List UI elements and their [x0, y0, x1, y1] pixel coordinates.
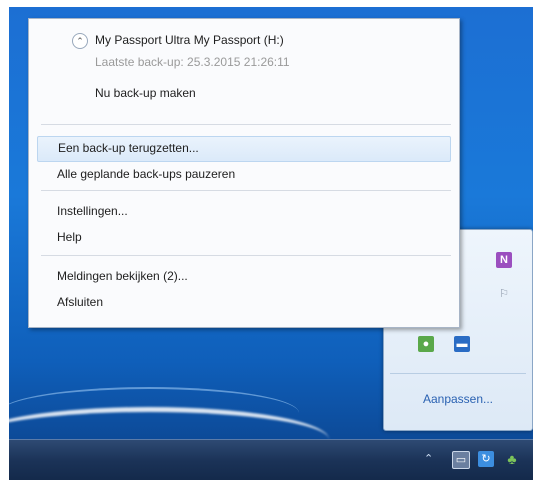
- menu-separator: [41, 124, 451, 125]
- menu-separator: [41, 255, 451, 256]
- drive-icon[interactable]: ▬: [454, 336, 470, 352]
- menu-separator: [41, 190, 451, 191]
- menu-item-exit[interactable]: Afsluiten: [37, 290, 451, 314]
- last-backup-time: Laatste back-up: 25.3.2015 21:26:11: [95, 55, 290, 69]
- menu-item-settings[interactable]: Instellingen...: [37, 199, 451, 223]
- show-hidden-icons-icon[interactable]: ⌃: [424, 452, 433, 465]
- taskbar: ⌃ ▭ ↻ ♣: [9, 439, 533, 480]
- menu-item-notifications[interactable]: Meldingen bekijken (2)...: [37, 264, 451, 288]
- wallpaper-swoosh: [9, 387, 299, 439]
- wd-backup-icon[interactable]: ↻: [478, 451, 494, 467]
- menu-item-pause[interactable]: Alle geplande back-ups pauzeren: [37, 162, 451, 186]
- device-name: My Passport Ultra My Passport (H:): [95, 33, 284, 47]
- overflow-separator: [390, 373, 526, 374]
- backup-now-button[interactable]: Nu back-up maken: [95, 86, 196, 100]
- green-app-icon[interactable]: ●: [418, 336, 434, 352]
- collapse-icon[interactable]: ⌃: [72, 33, 88, 49]
- network-icon[interactable]: ♣: [504, 451, 520, 467]
- menu-item-help[interactable]: Help: [37, 225, 451, 249]
- flag-icon[interactable]: ⚐: [496, 286, 512, 302]
- onenote-icon[interactable]: N: [496, 252, 512, 268]
- backup-context-menu: ⌃ My Passport Ultra My Passport (H:) Laa…: [28, 18, 460, 328]
- desktop: ▤ N ▣ ⚐ ● ▬ Aanpassen... ⌃ ▭ ↻ ♣ ⌃ My Pa…: [9, 7, 533, 480]
- monitor-icon[interactable]: ▭: [452, 451, 470, 469]
- device-header: ⌃ My Passport Ultra My Passport (H:) Laa…: [29, 19, 459, 122]
- menu-item-restore[interactable]: Een back-up terugzetten...: [37, 136, 451, 162]
- customize-link[interactable]: Aanpassen...: [384, 392, 532, 406]
